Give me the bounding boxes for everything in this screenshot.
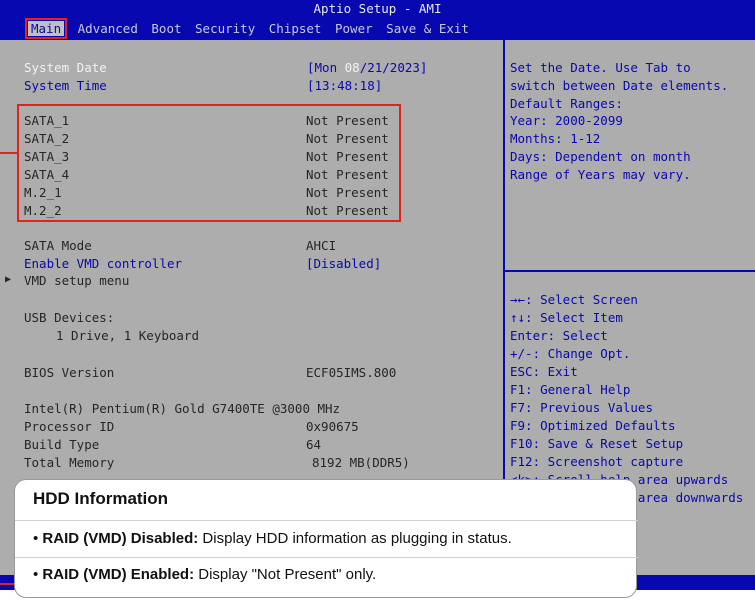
callout-item-term: RAID (VMD) Disabled: [42, 530, 199, 547]
usb-devices-value: 1 Drive, 1 Keyboard [56, 328, 199, 343]
callout-item: • RAID (VMD) Disabled: Display HDD infor… [33, 530, 512, 547]
key-hint: F7: Previous Values [510, 400, 653, 415]
callout-line [0, 152, 18, 154]
help-line: Months: 1-12 [510, 131, 601, 146]
key-hint: F12: Screenshot capture [510, 454, 684, 469]
sata-mode-label: SATA Mode [24, 238, 92, 253]
build-type-label: Build Type [24, 437, 100, 452]
help-line: Set the Date. Use Tab to [510, 60, 691, 75]
system-date-value[interactable]: [Mon 08/21/2023] [307, 60, 427, 75]
cpu-name: Intel(R) Pentium(R) Gold G7400TE @3000 M… [24, 401, 341, 416]
help-line: Range of Years may vary. [510, 167, 691, 182]
build-type-value: 64 [306, 437, 322, 452]
help-line: Year: 2000-2099 [510, 113, 623, 128]
help-line: Days: Dependent on month [510, 149, 691, 164]
tab-security[interactable]: Security [195, 21, 255, 36]
key-hint: F10: Save & Reset Setup [510, 436, 684, 451]
callout-title: HDD Information [33, 489, 169, 508]
submenu-arrow-icon: ▶ [5, 274, 12, 285]
drive-status: Not Present [306, 149, 389, 164]
help-divider [505, 270, 755, 272]
total-memory-value: 8192 MB(DDR5) [312, 455, 410, 470]
title-bar: Aptio Setup - AMI Main Advanced Boot Sec… [0, 0, 755, 40]
callout-divider [15, 557, 638, 558]
date-month[interactable]: 08 [345, 60, 360, 75]
callout-item-term: RAID (VMD) Enabled: [42, 566, 195, 583]
callout-item-text: Display HDD information as plugging in s… [198, 530, 512, 547]
tab-boot[interactable]: Boot [151, 21, 181, 36]
help-line: Default Ranges: [510, 96, 623, 111]
window-title: Aptio Setup - AMI [313, 1, 442, 16]
drive-status: Not Present [306, 185, 389, 200]
drive-status: Not Present [306, 131, 389, 146]
overlay-callout-tick [0, 583, 14, 585]
drive-label: M.2_1 [24, 185, 62, 200]
bios-version-value: ECF05IMS.800 [306, 365, 397, 380]
drive-label: SATA_3 [24, 149, 70, 164]
vmd-controller-label[interactable]: Enable VMD controller [24, 256, 182, 271]
key-hint: F9: Optimized Defaults [510, 418, 676, 433]
date-prefix: [Mon [307, 60, 345, 75]
callout-divider [15, 520, 638, 521]
total-memory-label: Total Memory [24, 455, 115, 470]
system-date-label[interactable]: System Date [24, 60, 107, 75]
drive-status: Not Present [306, 113, 389, 128]
key-hint: F1: General Help [510, 382, 631, 397]
key-hint: +/-: Change Opt. [510, 346, 631, 361]
help-line: switch between Date elements. [510, 78, 729, 93]
hdd-info-callout: HDD Information • RAID (VMD) Disabled: D… [14, 479, 638, 598]
menu-bar: Main Advanced Boot Security Chipset Powe… [24, 18, 475, 39]
vmd-controller-value[interactable]: [Disabled] [306, 256, 381, 271]
tab-power[interactable]: Power [335, 21, 373, 36]
tab-chipset[interactable]: Chipset [269, 21, 322, 36]
date-rest: /21/2023] [359, 60, 428, 75]
key-hint: Enter: Select [510, 328, 608, 343]
drive-label: SATA_1 [24, 113, 70, 128]
bios-version-label: BIOS Version [24, 365, 115, 380]
key-hint: →←: Select Screen [510, 292, 638, 307]
drive-label: SATA_2 [24, 131, 70, 146]
callout-item: • RAID (VMD) Enabled: Display "Not Prese… [33, 566, 377, 583]
drive-label: M.2_2 [24, 203, 62, 218]
tab-main[interactable]: Main [24, 18, 68, 39]
system-time-value[interactable]: [13:48:18] [307, 78, 382, 93]
vmd-setup-menu[interactable]: VMD setup menu [24, 273, 129, 288]
tab-save-exit[interactable]: Save & Exit [386, 21, 469, 36]
processor-id-label: Processor ID [24, 419, 115, 434]
usb-devices-label: USB Devices: [24, 310, 115, 325]
key-hint: ↑↓: Select Item [510, 310, 623, 325]
processor-id-value: 0x90675 [306, 419, 359, 434]
drive-status: Not Present [306, 167, 389, 182]
sata-mode-value: AHCI [306, 238, 337, 253]
callout-item-text: Display "Not Present" only. [194, 566, 377, 583]
tab-advanced[interactable]: Advanced [78, 21, 138, 36]
drive-label: SATA_4 [24, 167, 70, 182]
system-time-label[interactable]: System Time [24, 78, 107, 93]
key-hint: ESC: Exit [510, 364, 578, 379]
drive-status: Not Present [306, 203, 389, 218]
